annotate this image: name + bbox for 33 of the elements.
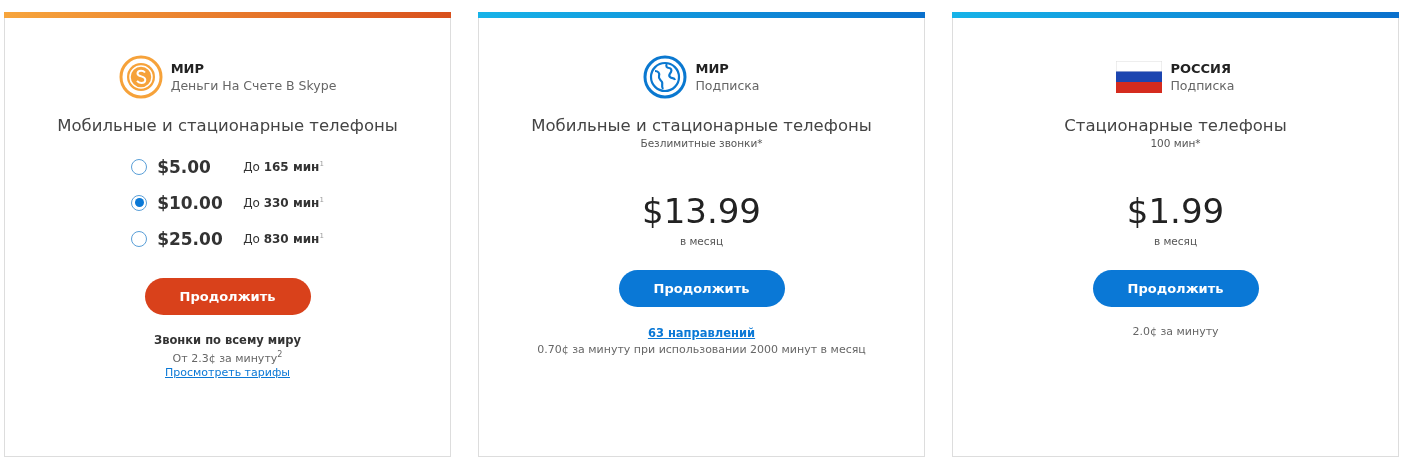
rate-note: 0.70¢ за минуту при использовании 2000 минут в месяц <box>537 343 866 356</box>
plan-price: $13.99 <box>642 191 761 231</box>
plan-title: Стационарные телефоны <box>1064 116 1287 135</box>
option-minutes: До 830 мин$^{1}$ <box>243 231 324 246</box>
plan-title: Мобильные и стационарные телефоны <box>57 116 398 135</box>
plan-title: Мобильные и стационарные телефоны <box>531 116 872 135</box>
continue-button[interactable]: Продолжить <box>618 270 785 307</box>
globe-icon <box>643 55 688 99</box>
destinations-link[interactable]: 63 направлений <box>647 326 756 340</box>
option-minutes: До 165 мин$^{1}$ <box>243 159 324 174</box>
rate-note: 2.0¢ за минуту <box>1132 325 1219 338</box>
plan-region: МИР <box>170 61 205 76</box>
plan-subtitle: 100 мин* <box>1150 137 1201 149</box>
plan-subtitle: Безлимитные звонки* <box>640 137 763 149</box>
coin-icon <box>118 55 163 99</box>
option-price: $25.00 <box>157 228 224 249</box>
footer-rate: От 2.3¢ за минуту$^{2}$ <box>172 350 283 365</box>
flag-icon <box>1116 61 1163 93</box>
plan-type: Подписка <box>1170 78 1235 93</box>
footer-title: Звонки по всему миру <box>154 333 301 347</box>
plan-price: $1.99 <box>1126 191 1225 231</box>
option-minutes: До 330 мин$^{1}$ <box>243 195 324 210</box>
plan-region: МИР <box>695 61 730 76</box>
option-price: $10.00 <box>157 192 224 213</box>
plan-region: РОССИЯ <box>1170 61 1232 76</box>
continue-button[interactable]: Продолжить <box>1092 270 1259 307</box>
plan-type: Деньги На Счете В Skype <box>170 78 337 93</box>
plan-type: Подписка <box>695 78 760 93</box>
continue-button[interactable]: Продолжить <box>144 278 311 315</box>
option-price: $5.00 <box>157 156 212 177</box>
price-period: в месяц <box>1153 235 1198 247</box>
price-period: в месяц <box>679 235 724 247</box>
rates-link[interactable]: Просмотреть тарифы <box>165 365 290 379</box>
